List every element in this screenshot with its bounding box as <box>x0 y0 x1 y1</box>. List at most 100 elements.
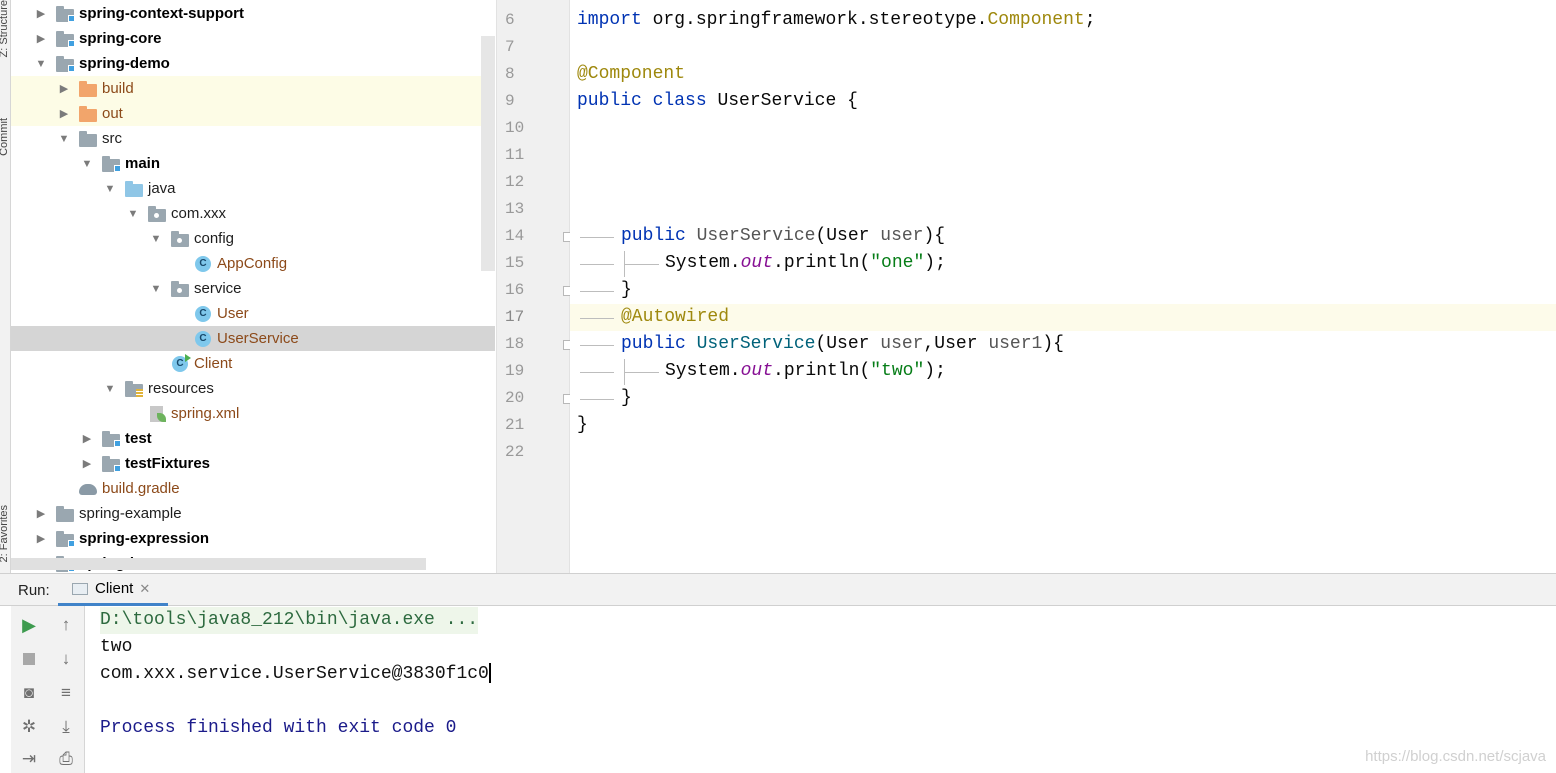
tree-item[interactable]: C AppConfig <box>11 251 495 276</box>
keyword: class <box>652 91 707 111</box>
tree-vertical-scrollbar[interactable] <box>481 36 495 271</box>
tree-item-label: java <box>148 180 176 197</box>
chevron-right-icon[interactable]: ▶ <box>81 457 93 470</box>
rerun-icon[interactable]: ▶ <box>18 614 40 636</box>
tree-item-label: com.xxx <box>171 205 227 222</box>
tree-item-label: main <box>125 155 161 172</box>
line-number: 21 <box>505 416 525 434</box>
indent-guide <box>580 345 614 346</box>
tree-item[interactable]: ▶ spring-core <box>11 26 495 51</box>
tree-item[interactable]: ▼ spring-demo <box>11 51 495 76</box>
console-output-line: two <box>100 637 133 657</box>
soft-wrap-icon[interactable]: ≡ <box>55 682 77 704</box>
chevron-right-icon[interactable]: ▶ <box>81 432 93 445</box>
chevron-down-icon[interactable]: ▼ <box>150 283 162 295</box>
console-output-text: com.xxx.service.UserService@3830f1c0 <box>100 664 489 684</box>
close-icon[interactable]: ✕ <box>139 581 150 597</box>
arrow-up-icon[interactable]: ↑ <box>55 614 77 636</box>
console-command-line[interactable]: D:\tools\java8_212\bin\java.exe ... <box>100 607 479 634</box>
static-field: out <box>740 361 774 381</box>
tree-item[interactable]: ▼ main <box>11 151 495 176</box>
tree-item[interactable]: ▶ test <box>11 426 495 451</box>
indent-guide <box>580 372 614 373</box>
chevron-down-icon[interactable]: ▼ <box>127 208 139 220</box>
brace: { <box>847 91 858 111</box>
indent-guide <box>624 251 625 277</box>
run-label: Run: <box>18 582 50 599</box>
chevron-down-icon[interactable]: ▼ <box>58 133 70 145</box>
code-line-18: public UserService(User user,User user1)… <box>621 331 1064 358</box>
code-line-9: public class UserService { <box>577 88 858 115</box>
package-name: org.springframework.stereotype. <box>652 10 988 30</box>
chevron-right-icon[interactable]: ▶ <box>58 107 70 120</box>
structure-tab[interactable]: Z: Structure <box>0 0 10 57</box>
exit-icon[interactable]: ⇥ <box>18 748 40 770</box>
tree-item[interactable]: ▶ spring-context-support <box>11 1 495 26</box>
arrow-down-icon[interactable]: ↓ <box>55 648 77 670</box>
console-exit-line: Process finished with exit code 0 <box>100 718 457 738</box>
tree-item[interactable]: C UserService <box>11 326 495 351</box>
chevron-right-icon[interactable]: ▶ <box>35 532 47 545</box>
tree-item[interactable]: spring.xml <box>11 401 495 426</box>
folder-icon <box>56 505 74 522</box>
line-number: 10 <box>505 119 525 137</box>
folder-icon <box>79 130 97 147</box>
chevron-right-icon[interactable]: ▶ <box>35 507 47 520</box>
tree-item[interactable]: ▼ java <box>11 176 495 201</box>
tree-item[interactable]: ▶ out <box>11 101 495 126</box>
chevron-right-icon[interactable]: ▶ <box>35 32 47 45</box>
tree-item[interactable]: ▼ com.xxx <box>11 201 495 226</box>
line-number: 12 <box>505 173 525 191</box>
scroll-to-end-icon[interactable]: ⤓ <box>55 716 77 738</box>
semicolon: ; <box>1084 10 1096 30</box>
java-class-icon: C <box>194 305 212 322</box>
package-icon <box>171 280 189 297</box>
run-tab-client[interactable]: Client ✕ <box>58 574 168 606</box>
chevron-down-icon[interactable]: ▼ <box>104 183 116 195</box>
chevron-down-icon[interactable]: ▼ <box>150 233 162 245</box>
chevron-down-icon[interactable]: ▼ <box>81 158 93 170</box>
code-line-20: } <box>621 388 632 408</box>
camera-icon[interactable]: ◙ <box>18 682 40 704</box>
system-ref: System. <box>665 361 741 381</box>
tree-item[interactable]: ▶ build <box>11 76 495 101</box>
commit-tab[interactable]: Commit <box>0 118 10 156</box>
code-editor[interactable]: import org.springframework.stereotype.Co… <box>570 0 1556 573</box>
tree-item-label: resources <box>148 380 214 397</box>
print-icon[interactable]: ⎙ <box>55 748 77 770</box>
chevron-down-icon[interactable]: ▼ <box>35 58 47 70</box>
favorites-tab[interactable]: 2: Favorites <box>0 505 10 562</box>
tree-item[interactable]: ▶ spring-example <box>11 501 495 526</box>
tree-item[interactable]: build.gradle <box>11 476 495 501</box>
chevron-right-icon[interactable]: ▶ <box>35 7 47 20</box>
tree-item[interactable]: ▼ resources <box>11 376 495 401</box>
tree-horizontal-scrollbar[interactable] <box>11 558 426 570</box>
stop-icon[interactable] <box>18 648 40 670</box>
keyword: public <box>577 91 642 111</box>
tree-item-label: Client <box>194 355 233 372</box>
semicolon: ); <box>924 253 946 273</box>
line-number: 8 <box>505 65 515 83</box>
tree-item[interactable]: ▼ service <box>11 276 495 301</box>
tree-item-label: test <box>125 430 152 447</box>
tree-item[interactable]: ▼ src <box>11 126 495 151</box>
tree-item[interactable]: ▶ testFixtures <box>11 451 495 476</box>
tree-item-label: spring-context-support <box>79 5 244 22</box>
tree-item[interactable]: C Client <box>11 351 495 376</box>
tree-item-label: src <box>102 130 122 147</box>
indent-guide <box>580 318 614 319</box>
tree-item-label: AppConfig <box>217 255 288 272</box>
tree-item-label: testFixtures <box>125 455 211 472</box>
method-call: .println( <box>773 361 871 381</box>
tree-item-label: User <box>217 305 249 322</box>
tree-item[interactable]: C User <box>11 301 495 326</box>
chevron-right-icon[interactable]: ▶ <box>58 82 70 95</box>
line-number: 9 <box>505 92 515 110</box>
console-output[interactable]: D:\tools\java8_212\bin\java.exe ... two … <box>86 606 1556 773</box>
tree-item[interactable]: ▼ config <box>11 226 495 251</box>
tree-item[interactable]: ▶ spring-expression <box>11 526 495 551</box>
settings-icon[interactable]: ✲ <box>18 716 40 738</box>
string-literal: "one" <box>870 253 925 273</box>
chevron-down-icon[interactable]: ▼ <box>104 383 116 395</box>
keyword: import <box>577 10 642 30</box>
